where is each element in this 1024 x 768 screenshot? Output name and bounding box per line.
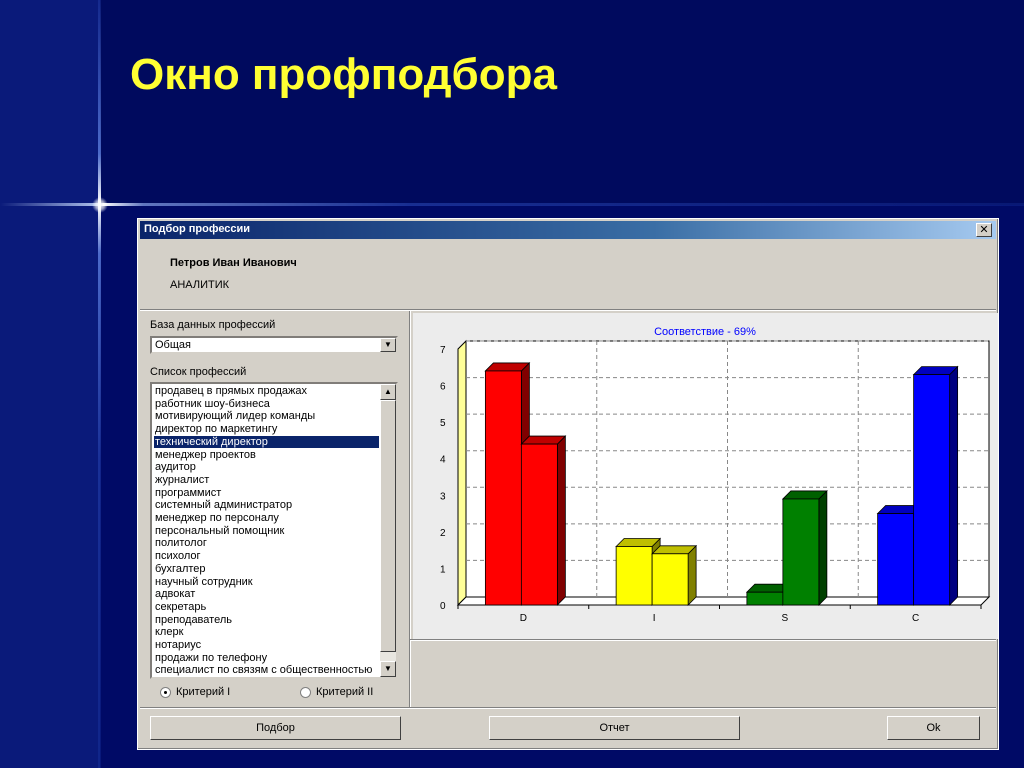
y-tick-label: 5 [440, 418, 446, 429]
y-tick-label: 7 [440, 345, 446, 356]
chart-bottom-divider [410, 639, 996, 641]
bar-C-1 [877, 513, 915, 606]
x-tick-label: I [653, 613, 656, 624]
list-item[interactable]: преподаватель [154, 614, 379, 626]
y-tick-label: 2 [440, 528, 446, 539]
y-tick-label: 0 [440, 601, 446, 612]
list-item[interactable]: продажи по телефону [154, 652, 379, 664]
footer-divider [140, 707, 996, 709]
chart-title: Соответствие - 69% [654, 326, 756, 338]
x-tick-label: C [912, 613, 919, 624]
bar-C-2 [913, 374, 951, 606]
list-item[interactable]: персональный помощник [154, 525, 379, 537]
criterion-2-label: Критерий II [316, 686, 374, 698]
bar-D-2-side [556, 435, 566, 606]
list-item[interactable]: мотивирующий лидер команды [154, 410, 379, 422]
list-item[interactable]: технический директор [154, 435, 379, 448]
list-item[interactable]: секретарь [154, 601, 379, 613]
list-item[interactable]: политолог [154, 537, 379, 549]
y-tick-label: 6 [440, 382, 446, 393]
list-item[interactable]: менеджер проектов [154, 449, 379, 461]
list-item[interactable]: психолог [154, 550, 379, 562]
plot-left-wall [457, 339, 467, 607]
bar-S-1 [746, 591, 784, 606]
select-button[interactable]: Подбор [150, 716, 401, 740]
list-item[interactable]: директор по маркетингу [154, 423, 379, 435]
database-selected-value: Общая [155, 339, 191, 351]
list-item[interactable]: журналист [154, 474, 379, 486]
list-item[interactable]: бухгалтер [154, 563, 379, 575]
list-item[interactable]: продавец в прямых продажах [154, 385, 379, 397]
criterion-1-label: Критерий I [176, 686, 231, 698]
list-item[interactable]: нотариус [154, 639, 379, 651]
bar-I-2-side [687, 544, 697, 606]
y-tick-label: 3 [440, 491, 446, 502]
light-flare-vertical [98, 0, 101, 768]
y-tick-label: 1 [440, 564, 446, 575]
bar-I-1 [615, 546, 653, 606]
user-role: АНАЛИТИК [170, 279, 230, 291]
report-button[interactable]: Отчет [489, 716, 740, 740]
list-item[interactable]: системный администратор [154, 499, 379, 511]
bar-I-1-top [615, 538, 662, 547]
list-item[interactable]: работник шоу-бизнеса [154, 398, 379, 410]
professions-label: Список профессий [150, 366, 247, 378]
list-item[interactable]: адвокат [154, 588, 379, 600]
bar-I-2 [651, 553, 689, 606]
slide-background-top [100, 0, 1024, 205]
x-tick-label: D [520, 613, 527, 624]
bar-S-2-top [781, 490, 828, 500]
list-item[interactable]: аудитор [154, 461, 379, 473]
list-scrollbar[interactable]: ▲ ▼ [380, 384, 396, 677]
profession-selection-window: Подбор профессии ✕ Петров Иван Иванович … [137, 218, 999, 750]
list-item[interactable]: программист [154, 487, 379, 499]
disc-chart: Соответствие - 69% 0 1 2 3 4 5 6 7 D I S C [440, 326, 991, 624]
list-item[interactable]: специалист по связям с общественностью [154, 664, 379, 676]
professions-list[interactable]: продавец в прямых продажах работник шоу-б… [150, 382, 398, 679]
light-flare-horizontal [0, 203, 1024, 206]
bar-D-1-top [484, 362, 531, 372]
y-tick-label: 4 [440, 455, 446, 466]
scrollbar-thumb[interactable] [380, 400, 396, 652]
bar-S-2-side [818, 489, 828, 606]
bar-I-2-top [651, 545, 698, 555]
light-flare-center [92, 197, 108, 213]
criterion-2-radio[interactable] [300, 687, 311, 698]
window-title: Подбор профессии [144, 223, 251, 235]
bar-D-2-top [520, 435, 567, 445]
criterion-1-radio[interactable] [160, 687, 171, 698]
slide-background-left [0, 0, 100, 768]
bar-S-2 [782, 498, 820, 606]
database-label: База данных профессий [150, 319, 276, 331]
list-item[interactable]: научный сотрудник [154, 576, 379, 588]
chart-panel: Соответствие - 69% 0 1 2 3 4 5 6 7 D I S C [413, 313, 998, 639]
chevron-down-icon[interactable]: ▼ [380, 338, 396, 352]
bar-C-2-top [912, 366, 959, 375]
bar-D-1 [484, 370, 522, 606]
scroll-down-icon[interactable]: ▼ [380, 661, 396, 677]
user-name: Петров Иван Иванович [170, 257, 297, 269]
window-titlebar[interactable]: Подбор профессии ✕ [140, 221, 996, 239]
close-icon[interactable]: ✕ [976, 223, 992, 237]
scroll-up-icon[interactable]: ▲ [380, 384, 396, 400]
bar-D-2 [520, 443, 558, 606]
slide-title: Окно профподбора [130, 50, 557, 99]
list-item[interactable]: менеджер по персоналу [154, 512, 379, 524]
bar-C-2-side [949, 365, 959, 606]
header-divider [140, 309, 996, 311]
x-tick-label: S [782, 613, 789, 624]
ok-button[interactable]: Ok [887, 716, 980, 740]
panel-divider [409, 311, 411, 707]
database-select[interactable]: Общая ▼ [150, 336, 398, 354]
list-item[interactable]: клерк [154, 626, 379, 638]
